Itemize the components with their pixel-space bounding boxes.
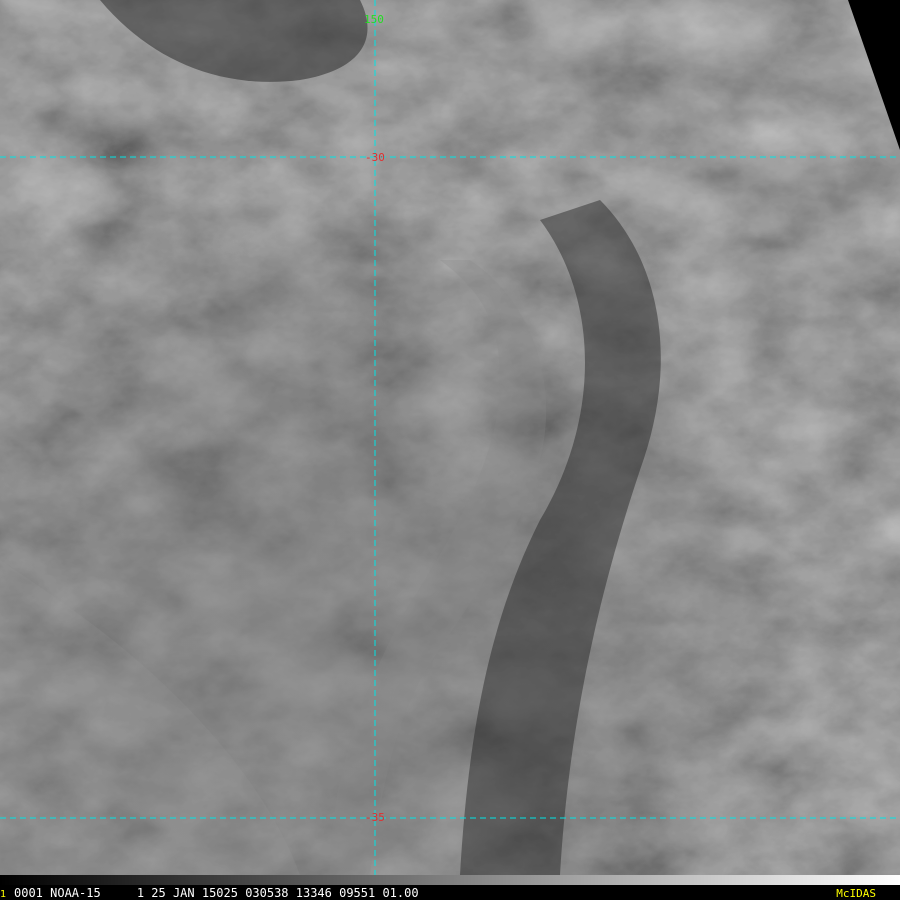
status-bar: 1 0001 NOAA-15 1 25 JAN 15025 030538 133… xyxy=(0,875,900,900)
image-info-text: 0001 NOAA-15 1 25 JAN 15025 030538 13346… xyxy=(14,886,419,900)
satellite-image-frame: 150 -30 -35 1 0001 NOAA-15 1 25 JAN 1502… xyxy=(0,0,900,900)
longitude-label: 150 xyxy=(364,13,384,26)
frame-number: 1 xyxy=(0,889,7,900)
satellite-imagery xyxy=(0,0,900,875)
gray-scale-bar xyxy=(0,875,900,885)
latitude-label-top: -30 xyxy=(365,151,385,164)
mcidas-label: McIDAS xyxy=(836,887,876,900)
latitude-label-bottom: -35 xyxy=(365,811,385,824)
